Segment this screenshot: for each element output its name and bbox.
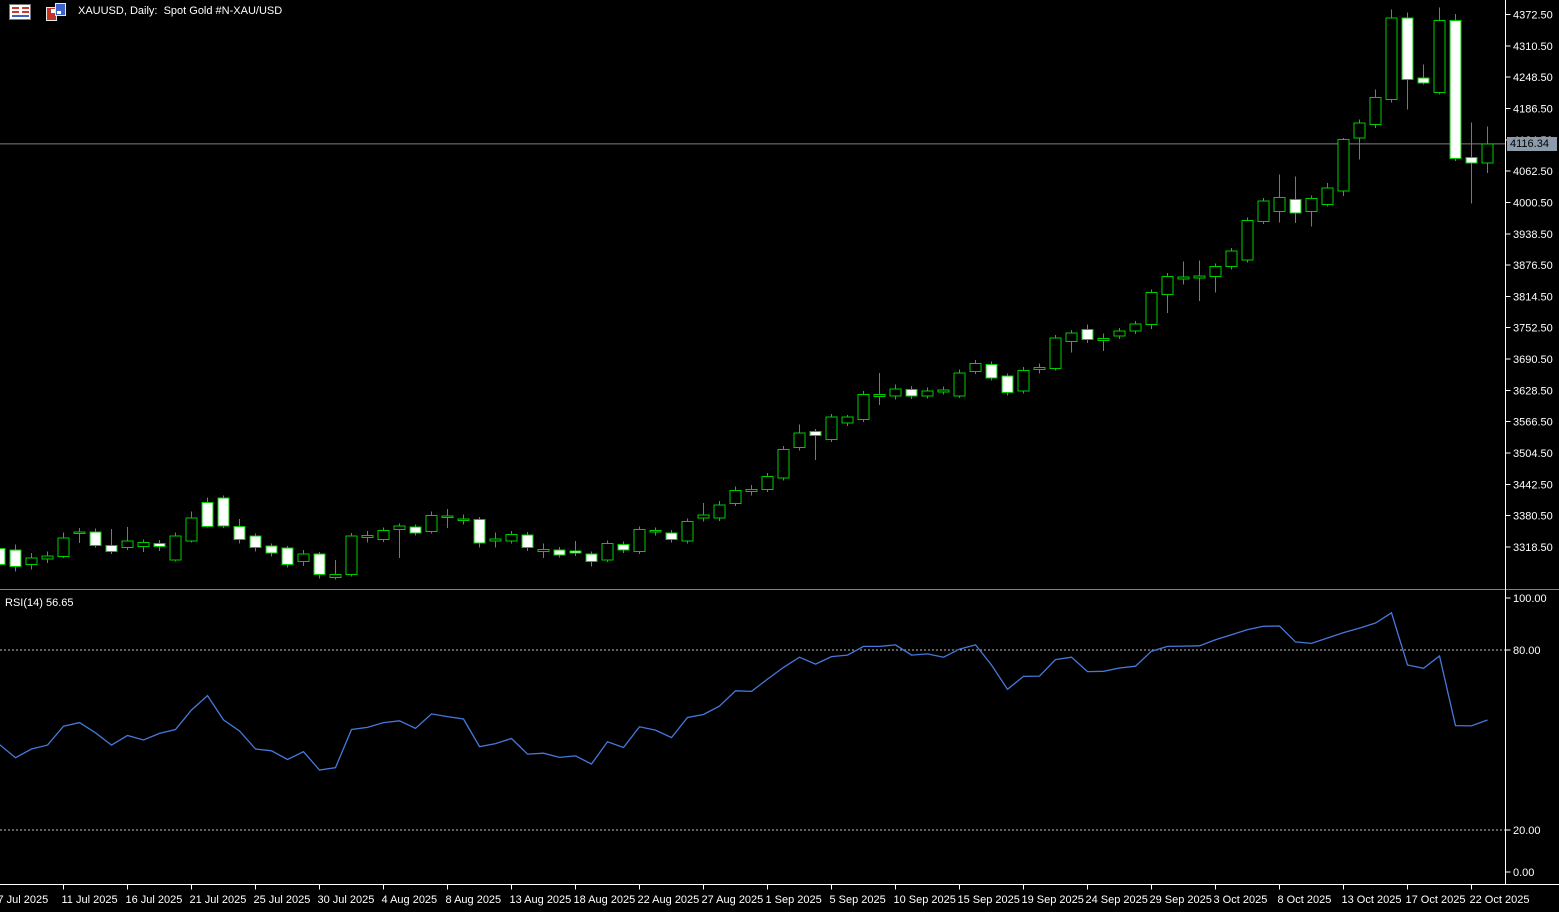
charts-icon <box>46 3 68 21</box>
price-axis[interactable] <box>1506 0 1559 884</box>
current-price-tag: 4116.34 <box>1507 137 1557 151</box>
time-axis[interactable] <box>0 885 1559 912</box>
rsi-pane[interactable] <box>0 591 1505 884</box>
quotes-list-icon <box>9 4 31 20</box>
chart-title: XAUUSD, Daily: Spot Gold #N-XAU/USD <box>78 5 282 17</box>
main-chart-pane[interactable] <box>0 0 1505 588</box>
chart-canvas: 4372.504310.504248.504186.504124.504062.… <box>0 0 1559 912</box>
chart-window: 4372.504310.504248.504186.504124.504062.… <box>0 0 1559 912</box>
rsi-indicator-label: RSI(14) 56.65 <box>5 597 73 609</box>
